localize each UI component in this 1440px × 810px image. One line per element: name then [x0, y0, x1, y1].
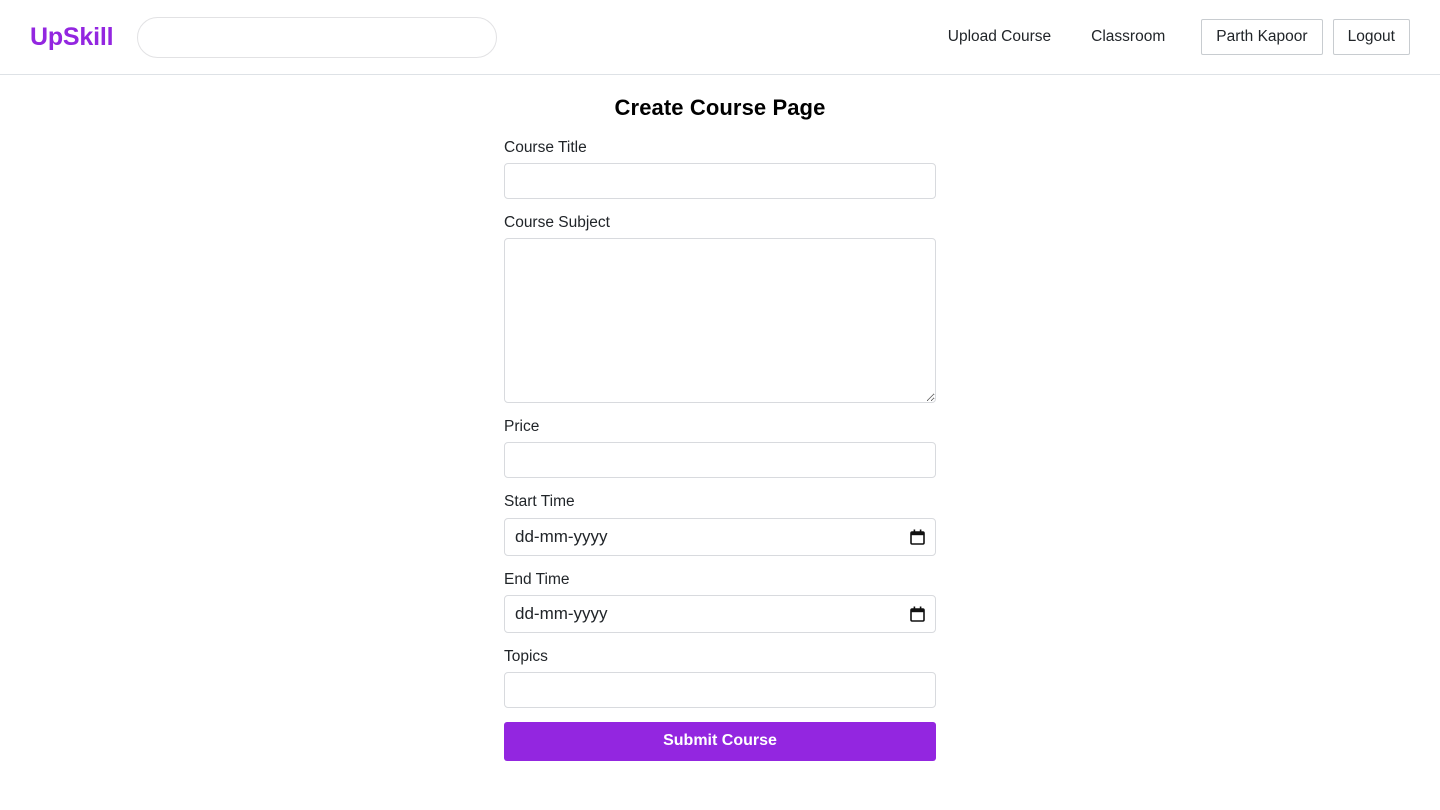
create-course-form: Course Title Course Subject Price Start …	[504, 121, 936, 761]
search-input[interactable]	[137, 16, 498, 58]
field-price: Price	[504, 417, 936, 479]
topics-input[interactable]	[504, 671, 936, 708]
label-course-subject: Course Subject	[504, 214, 610, 232]
start-time-date-input[interactable]: dd-mm-yyyy	[504, 517, 936, 556]
brand-logo[interactable]: UpSkill	[30, 23, 114, 52]
page-title: Create Course Page	[614, 95, 826, 120]
navbar-actions: Upload Course Classroom Parth Kapoor Log…	[934, 18, 1410, 56]
field-course-title: Course Title	[504, 138, 936, 200]
create-course-page: Create Course Page Course Title Course S…	[0, 75, 1440, 810]
course-subject-textarea[interactable]	[504, 238, 936, 404]
start-time-value: dd-mm-yyyy	[515, 527, 608, 547]
nav-link-upload-course[interactable]: Upload Course	[934, 20, 1065, 54]
label-start-time: Start Time	[504, 493, 575, 511]
end-time-value: dd-mm-yyyy	[515, 604, 608, 624]
label-price: Price	[504, 418, 540, 436]
field-end-time: End Time dd-mm-yyyy	[504, 570, 936, 633]
label-end-time: End Time	[504, 570, 570, 588]
price-input[interactable]	[504, 442, 936, 479]
submit-course-button[interactable]: Submit Course	[504, 721, 936, 761]
field-course-subject: Course Subject	[504, 213, 936, 404]
top-navbar: UpSkill Upload Course Classroom Parth Ka…	[0, 0, 1440, 75]
field-topics: Topics	[504, 647, 936, 708]
nav-link-classroom[interactable]: Classroom	[1077, 20, 1179, 54]
nav-button-user-profile[interactable]: Parth Kapoor	[1201, 18, 1323, 56]
calendar-icon[interactable]	[910, 606, 925, 622]
field-start-time: Start Time dd-mm-yyyy	[504, 492, 936, 556]
nav-button-logout[interactable]: Logout	[1332, 18, 1410, 56]
course-title-input[interactable]	[504, 163, 936, 200]
end-time-date-input[interactable]: dd-mm-yyyy	[504, 594, 936, 633]
label-topics: Topics	[504, 647, 548, 665]
label-course-title: Course Title	[504, 139, 587, 156]
calendar-icon[interactable]	[910, 529, 925, 545]
